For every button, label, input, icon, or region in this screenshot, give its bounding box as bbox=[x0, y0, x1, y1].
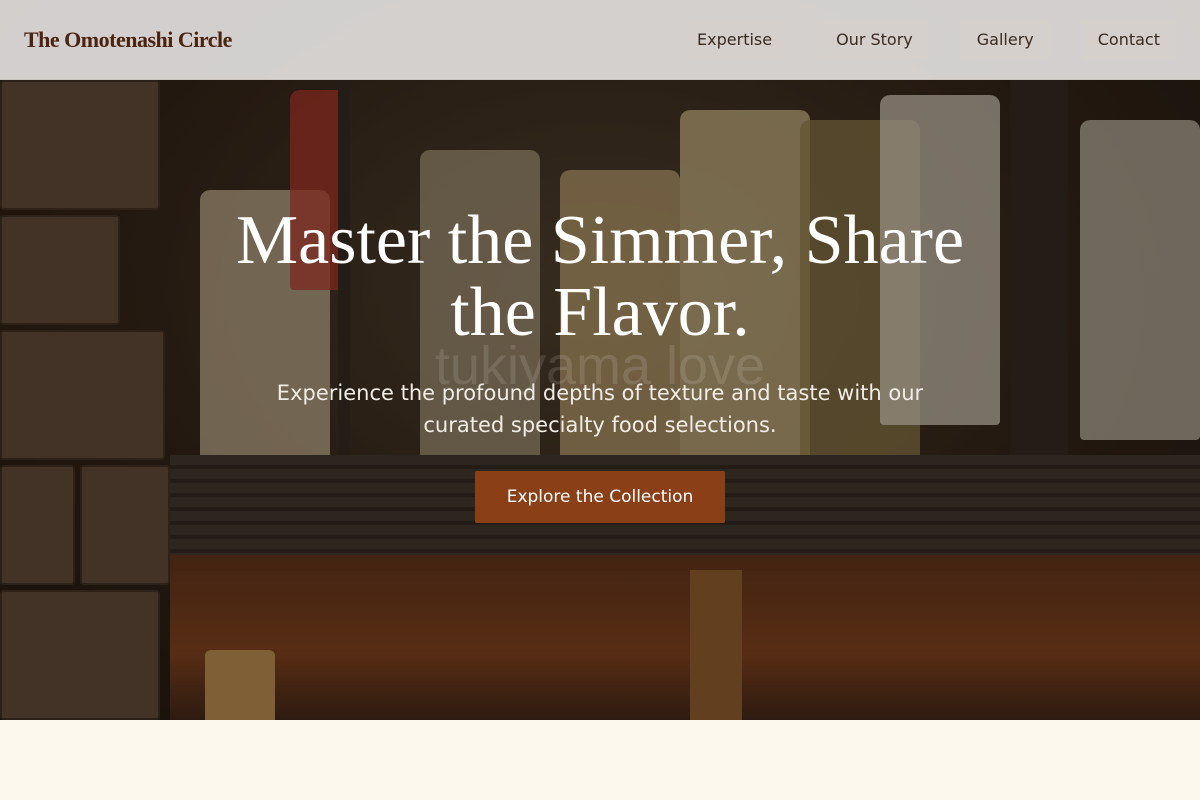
hero-subtext: Experience the profound depths of textur… bbox=[276, 381, 924, 437]
brand-logo[interactable]: The Omotenashi Circle bbox=[24, 27, 232, 53]
content-section bbox=[0, 720, 1200, 800]
top-navbar: The Omotenashi Circle Expertise Our Stor… bbox=[0, 0, 1200, 80]
nav-expertise[interactable]: Expertise bbox=[681, 20, 789, 59]
hero-headline: Master the Simmer, Share the Flavor. bbox=[235, 202, 965, 351]
nav-our-story[interactable]: Our Story bbox=[820, 20, 929, 59]
explore-collection-button[interactable]: Explore the Collection bbox=[474, 471, 726, 523]
hero-content: Master the Simmer, Share the Flavor. Exp… bbox=[0, 205, 1200, 523]
nav-gallery[interactable]: Gallery bbox=[960, 20, 1050, 59]
hero-section: tukiyama love Master the Simmer, Share t… bbox=[0, 0, 1200, 720]
nav-contact[interactable]: Contact bbox=[1081, 20, 1176, 59]
main-nav: Expertise Our Story Gallery Contact bbox=[681, 20, 1176, 59]
